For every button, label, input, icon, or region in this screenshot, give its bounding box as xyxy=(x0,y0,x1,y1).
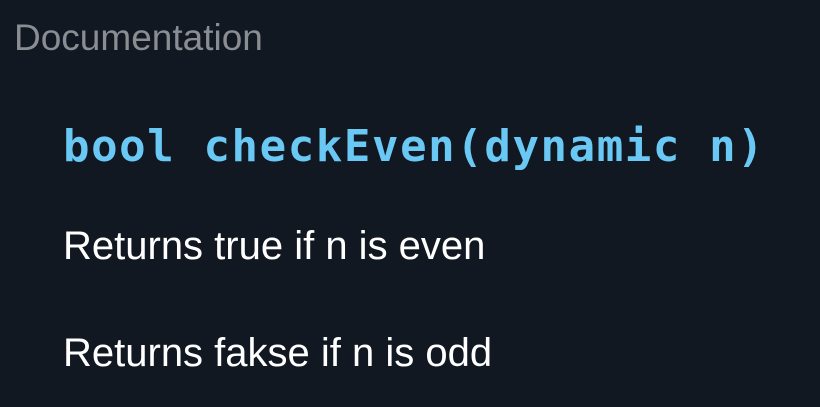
description-line-false: Returns fakse if n is odd xyxy=(63,331,493,375)
documentation-panel: Documentation bool checkEven(dynamic n) … xyxy=(0,0,820,407)
description-line-true: Returns true if n is even xyxy=(63,224,486,268)
panel-title: Documentation xyxy=(14,17,263,58)
function-signature: bool checkEven(dynamic n) xyxy=(63,121,766,172)
